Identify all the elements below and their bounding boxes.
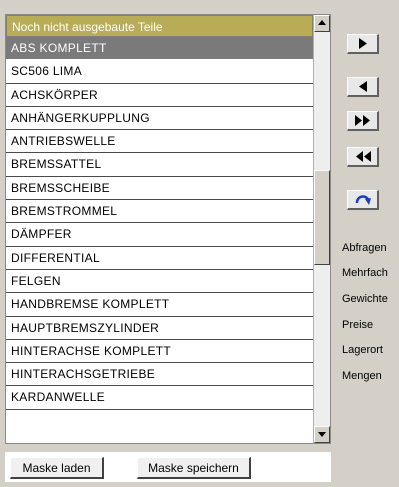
scroll-up-button[interactable] [314, 15, 330, 32]
list-scrollbar[interactable] [313, 15, 330, 443]
save-mask-button[interactable]: Maske speichern [137, 457, 251, 479]
side-label-mehrfach[interactable]: Mehrfach [342, 267, 388, 279]
list-item[interactable]: SC506 LIMA [6, 60, 313, 84]
refresh-button[interactable] [347, 190, 379, 210]
scroll-thumb[interactable] [314, 170, 330, 265]
parts-list-panel: Noch nicht ausgebaute Teile ABS KOMPLETT… [5, 14, 331, 444]
list-item[interactable]: HINTERACHSE KOMPLETT [6, 340, 313, 364]
list-item[interactable]: DIFFERENTIAL [6, 247, 313, 270]
list-item[interactable]: DÄMPFER [6, 223, 313, 247]
list-item[interactable]: ACHSKÖRPER [6, 84, 313, 107]
list-item[interactable]: BREMSSATTEL [6, 153, 313, 177]
side-label-lagerort[interactable]: Lagerort [342, 344, 383, 356]
parts-listbox[interactable]: Noch nicht ausgebaute Teile ABS KOMPLETT… [6, 15, 313, 443]
list-item[interactable]: BREMSSCHEIBE [6, 177, 313, 201]
move-all-right-button[interactable] [347, 111, 379, 131]
list-item[interactable]: KARDANWELLE [6, 386, 313, 410]
move-all-right-icon [355, 115, 370, 126]
list-item[interactable]: FELGEN [6, 270, 313, 294]
side-label-abfragen[interactable]: Abfragen [342, 242, 387, 254]
list-item[interactable]: HINTERACHSGETRIEBE [6, 363, 313, 387]
move-all-left-icon [356, 151, 371, 162]
side-label-gewichte[interactable]: Gewichte [342, 293, 388, 305]
list-header: Noch nicht ausgebaute Teile [6, 15, 313, 37]
list-item[interactable]: BREMSTROMMEL [6, 200, 313, 224]
side-label-mengen[interactable]: Mengen [342, 370, 382, 382]
move-left-icon [359, 81, 367, 92]
list-item[interactable]: ANTRIEBSWELLE [6, 130, 313, 154]
load-mask-button[interactable]: Maske laden [10, 457, 104, 479]
move-right-icon [359, 38, 367, 49]
list-item[interactable]: HAUPTBREMSZYLINDER [6, 317, 313, 340]
side-label-preise[interactable]: Preise [342, 319, 373, 331]
arrow-down-icon [318, 432, 326, 437]
move-right-button[interactable] [347, 34, 379, 54]
scroll-down-button[interactable] [314, 426, 330, 443]
list-item[interactable]: ANHÄNGERKUPPLUNG [6, 107, 313, 131]
move-all-left-button[interactable] [347, 147, 379, 167]
list-item[interactable]: ABS KOMPLETT [6, 37, 313, 61]
move-left-button[interactable] [347, 77, 379, 97]
mask-button-bar: Maske laden Maske speichern [5, 452, 331, 482]
refresh-icon [355, 195, 371, 205]
arrow-up-icon [318, 20, 326, 25]
list-item[interactable]: HANDBREMSE KOMPLETT [6, 293, 313, 317]
